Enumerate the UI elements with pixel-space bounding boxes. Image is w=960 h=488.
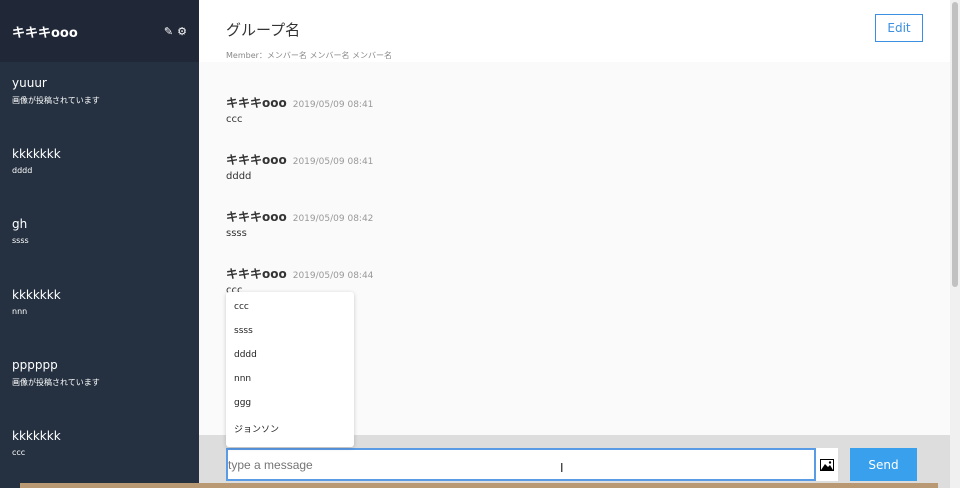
- message: キキキooo 2019/05/09 08:41 dddd: [226, 151, 373, 182]
- message-time: 2019/05/09 08:41: [292, 157, 374, 167]
- message-text: dddd: [226, 171, 252, 182]
- message-user: キキキooo: [226, 153, 287, 167]
- group-name: yuuur: [12, 76, 47, 90]
- message-time: 2019/05/09 08:44: [292, 271, 374, 281]
- message-text: ccc: [226, 114, 243, 125]
- group-last-message: ccc: [12, 447, 26, 457]
- autocomplete-dropdown: ccc ssss dddd nnn ggg ジョンソン: [226, 292, 354, 447]
- group-last-message: 画像が投稿されています: [12, 378, 100, 387]
- group-item[interactable]: gh ssss: [12, 217, 29, 245]
- autocomplete-option[interactable]: nnn: [226, 374, 354, 398]
- message-input[interactable]: [226, 448, 816, 481]
- group-item[interactable]: kkkkkkk dddd: [12, 147, 61, 175]
- message-time: 2019/05/09 08:41: [292, 100, 374, 110]
- group-name: kkkkkkk: [12, 146, 61, 161]
- edit-icon[interactable]: ✎: [164, 25, 173, 38]
- group-name: pppppp: [12, 358, 58, 372]
- gear-icon[interactable]: ⚙: [177, 25, 187, 38]
- message-user: キキキooo: [226, 210, 287, 224]
- group-last-message: nnn: [12, 306, 28, 316]
- group-item[interactable]: kkkkkkk ccc: [12, 429, 61, 457]
- autocomplete-option[interactable]: dddd: [226, 350, 354, 374]
- autocomplete-option[interactable]: ccc: [226, 302, 354, 326]
- group-last-message: 画像が投稿されています: [12, 96, 100, 105]
- group-name: gh: [12, 217, 28, 231]
- send-button[interactable]: Send: [850, 448, 917, 481]
- group-last-message: ssss: [12, 236, 29, 245]
- scrollbar-thumb[interactable]: [952, 2, 958, 287]
- sidebar-header: キキキooo ✎ ⚙: [0, 0, 199, 62]
- group-name: kkkkkkk: [12, 428, 61, 443]
- message: キキキooo 2019/05/09 08:41 ccc: [226, 94, 373, 125]
- message-user: キキキooo: [226, 96, 287, 110]
- autocomplete-option[interactable]: ssss: [226, 326, 354, 350]
- chat-header: グループ名 Member：メンバー名 メンバー名 メンバー名 Edit: [199, 0, 950, 62]
- autocomplete-option[interactable]: ジョンソン: [226, 422, 354, 446]
- message-user: キキキooo: [226, 267, 287, 281]
- edit-button[interactable]: Edit: [875, 14, 923, 42]
- sidebar: キキキooo ✎ ⚙ yuuur 画像が投稿されています kkkkkkk dddd gh s…: [0, 0, 199, 488]
- message-text: ssss: [226, 228, 247, 239]
- current-user-name: キキキooo: [12, 25, 78, 41]
- group-title: グループ名: [226, 21, 301, 39]
- taskbar: [20, 483, 938, 488]
- autocomplete-option[interactable]: ggg: [226, 398, 354, 422]
- member-list: Member：メンバー名 メンバー名 メンバー名: [226, 51, 392, 60]
- group-item[interactable]: yuuur 画像が投稿されています: [12, 76, 100, 106]
- message-time: 2019/05/09 08:42: [292, 214, 374, 224]
- message: キキキooo 2019/05/09 08:42 ssss: [226, 208, 373, 239]
- group-item[interactable]: pppppp 画像が投稿されています: [12, 358, 100, 388]
- group-item[interactable]: kkkkkkk nnn: [12, 288, 61, 316]
- group-last-message: dddd: [12, 165, 33, 175]
- image-upload-icon[interactable]: [816, 448, 838, 481]
- text-cursor-icon: I: [560, 461, 564, 475]
- group-name: kkkkkkk: [12, 287, 61, 302]
